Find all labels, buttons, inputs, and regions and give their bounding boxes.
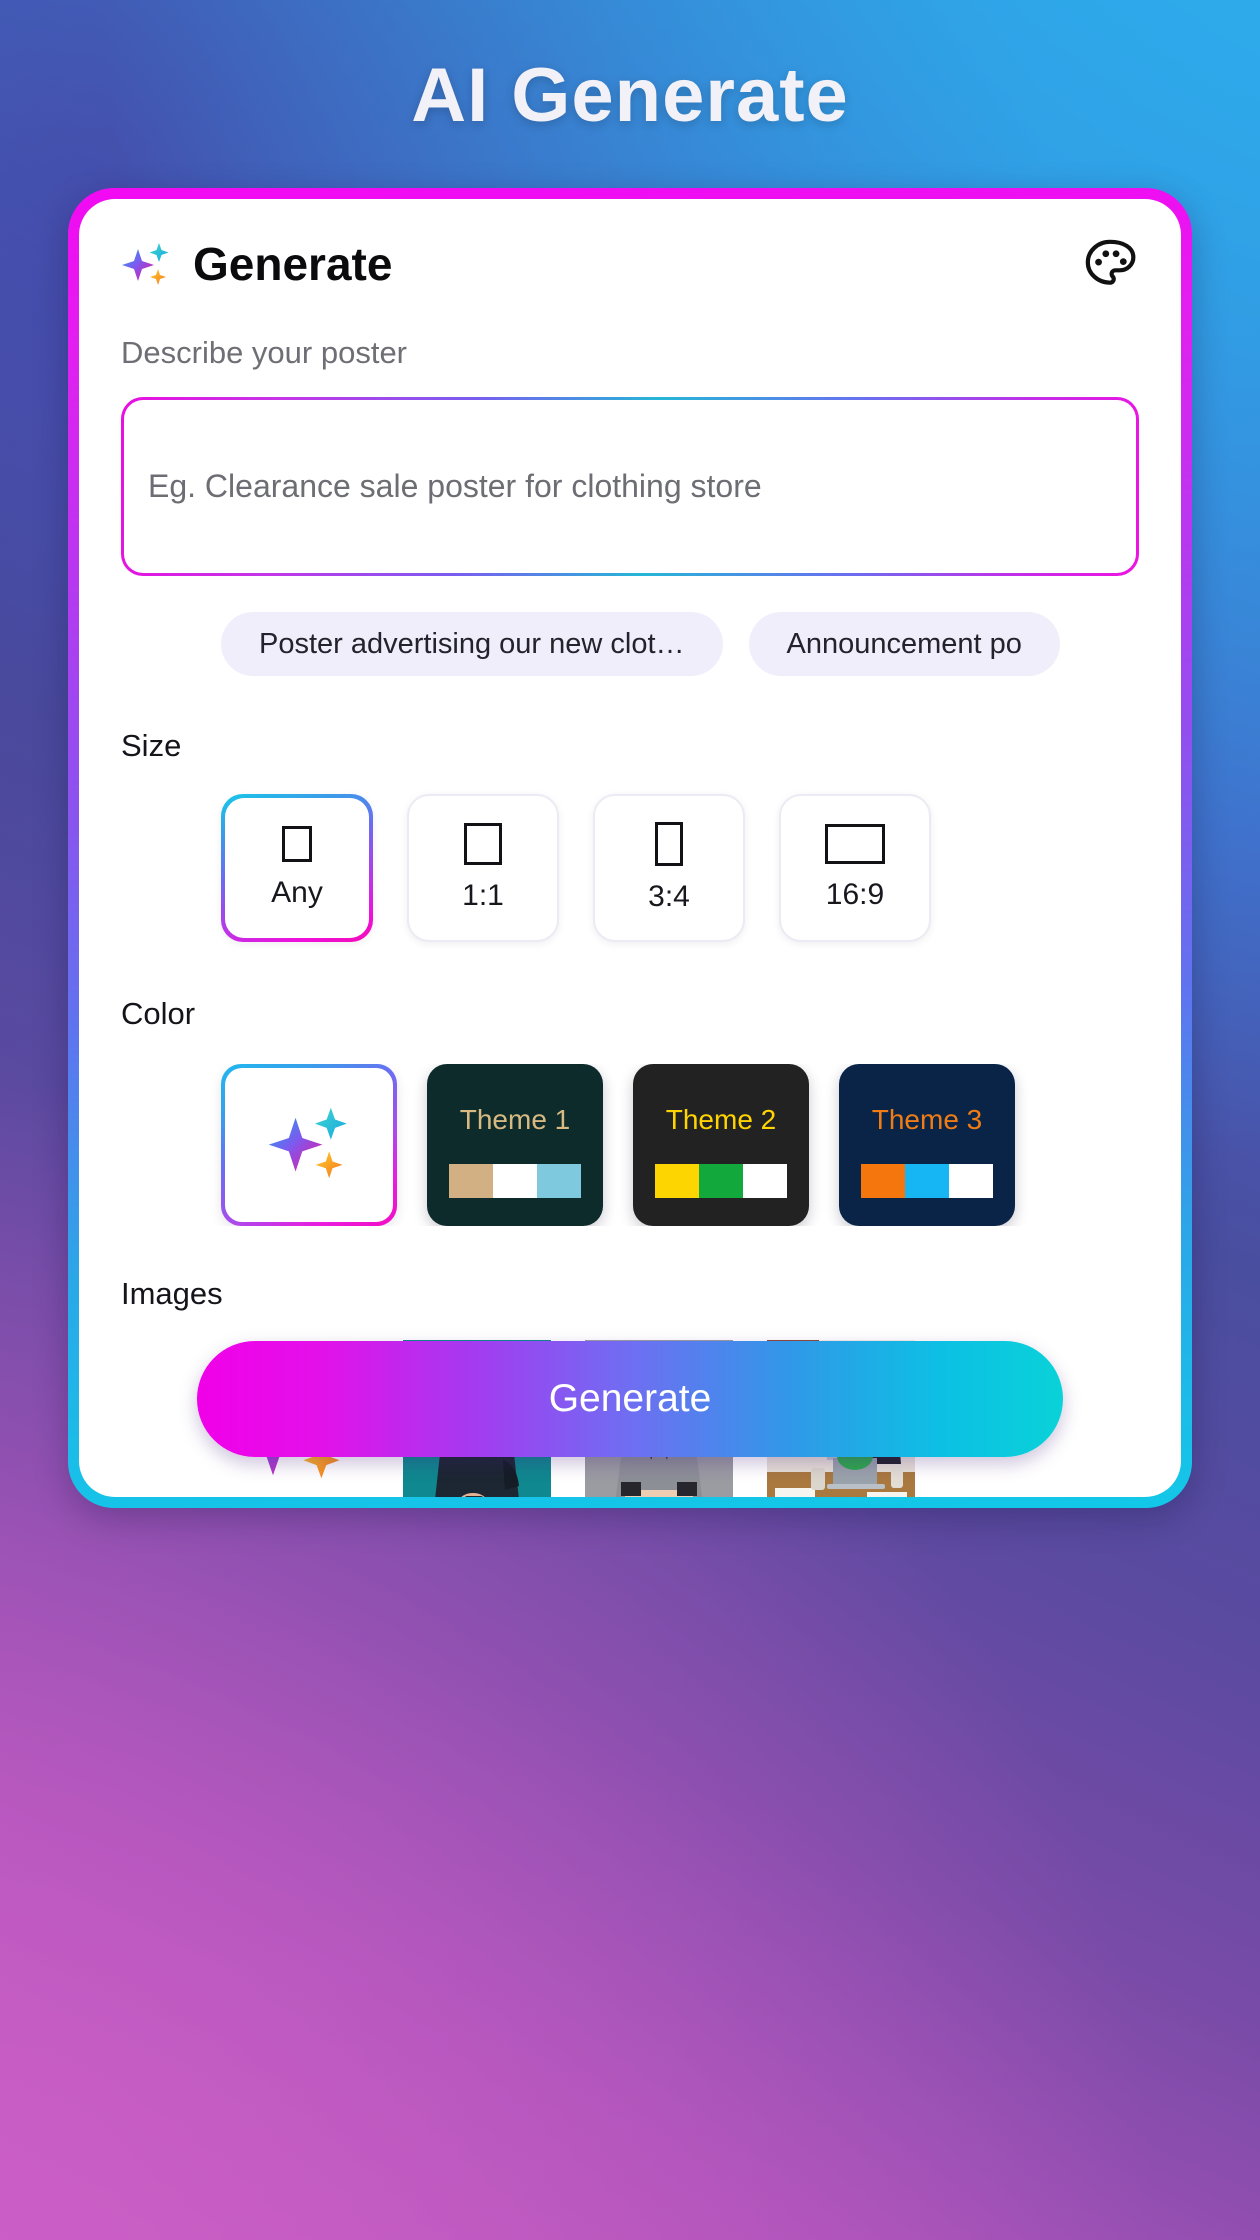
sparkles-icon: [267, 1101, 351, 1190]
palette-icon: [1085, 239, 1136, 285]
size-option-label: 3:4: [648, 880, 690, 913]
images-label: Images: [121, 1276, 223, 1311]
color-option-ai[interactable]: [221, 1064, 397, 1226]
theme-swatch: [949, 1164, 993, 1198]
suggestion-chip[interactable]: Announcement po: [748, 612, 1060, 676]
card-header-left: Generate: [121, 239, 392, 289]
prompt-label: Describe your poster: [121, 335, 408, 370]
theme-swatches: [655, 1164, 787, 1198]
color-option-theme-2[interactable]: Theme 2: [633, 1064, 809, 1226]
theme-swatch: [655, 1164, 699, 1198]
size-option-any[interactable]: Any: [221, 794, 373, 942]
suggestion-chip[interactable]: Poster advertising our new clot…: [221, 612, 723, 676]
generate-card: Generate Describe your poster Eg. Cleara…: [79, 199, 1181, 1497]
color-option-theme-1[interactable]: Theme 1: [427, 1064, 603, 1226]
size-option-16-9[interactable]: 16:9: [779, 794, 931, 942]
page-title: AI Generate: [411, 53, 849, 138]
ratio-1-1-icon: [464, 823, 502, 865]
theme-swatch: [493, 1164, 537, 1198]
prompt-input[interactable]: Eg. Clearance sale poster for clothing s…: [124, 400, 1136, 573]
sparkles-icon: [121, 239, 171, 289]
theme-swatch: [905, 1164, 949, 1198]
generate-card-border: Generate Describe your poster Eg. Cleara…: [68, 188, 1192, 1508]
theme-title: Theme 1: [459, 1104, 571, 1135]
size-options: Any 1:1 3:4 16:9: [79, 794, 1181, 942]
color-options: Theme 1 Theme 2 Theme 3: [79, 1064, 1181, 1226]
size-option-label: Any: [271, 876, 323, 909]
palette-button[interactable]: [1081, 235, 1139, 293]
theme-swatch: [699, 1164, 743, 1198]
ratio-16-9-icon: [825, 824, 885, 864]
generate-button[interactable]: Generate: [197, 1341, 1063, 1457]
generate-button-label: Generate: [548, 1377, 712, 1420]
theme-swatch: [537, 1164, 581, 1198]
prompt-placeholder: Eg. Clearance sale poster for clothing s…: [148, 468, 762, 504]
theme-title: Theme 3: [871, 1104, 983, 1135]
size-option-1-1[interactable]: 1:1: [407, 794, 559, 942]
size-option-label: 1:1: [462, 879, 504, 912]
color-section: Color Theme 1 Theme 2 Theme 3: [79, 996, 1181, 1226]
theme-swatch: [449, 1164, 493, 1198]
theme-swatch: [743, 1164, 787, 1198]
size-option-3-4[interactable]: 3:4: [593, 794, 745, 942]
theme-swatches: [449, 1164, 581, 1198]
card-title: Generate: [193, 238, 393, 290]
ratio-3-4-icon: [655, 822, 683, 866]
size-option-label: 16:9: [825, 878, 885, 911]
suggestion-chips: Poster advertising our new clot… Announc…: [79, 612, 1181, 676]
ratio-any-icon: [282, 826, 312, 862]
size-section: Size Any 1:1 3:4 16:9: [79, 728, 1181, 942]
size-label: Size: [121, 728, 182, 763]
prompt-input-border: Eg. Clearance sale poster for clothing s…: [121, 397, 1139, 576]
color-option-theme-3[interactable]: Theme 3: [839, 1064, 1015, 1226]
color-label: Color: [121, 996, 196, 1031]
theme-swatch: [861, 1164, 905, 1198]
theme-title: Theme 2: [665, 1104, 777, 1135]
card-header: Generate: [79, 199, 1181, 291]
theme-swatches: [861, 1164, 993, 1198]
